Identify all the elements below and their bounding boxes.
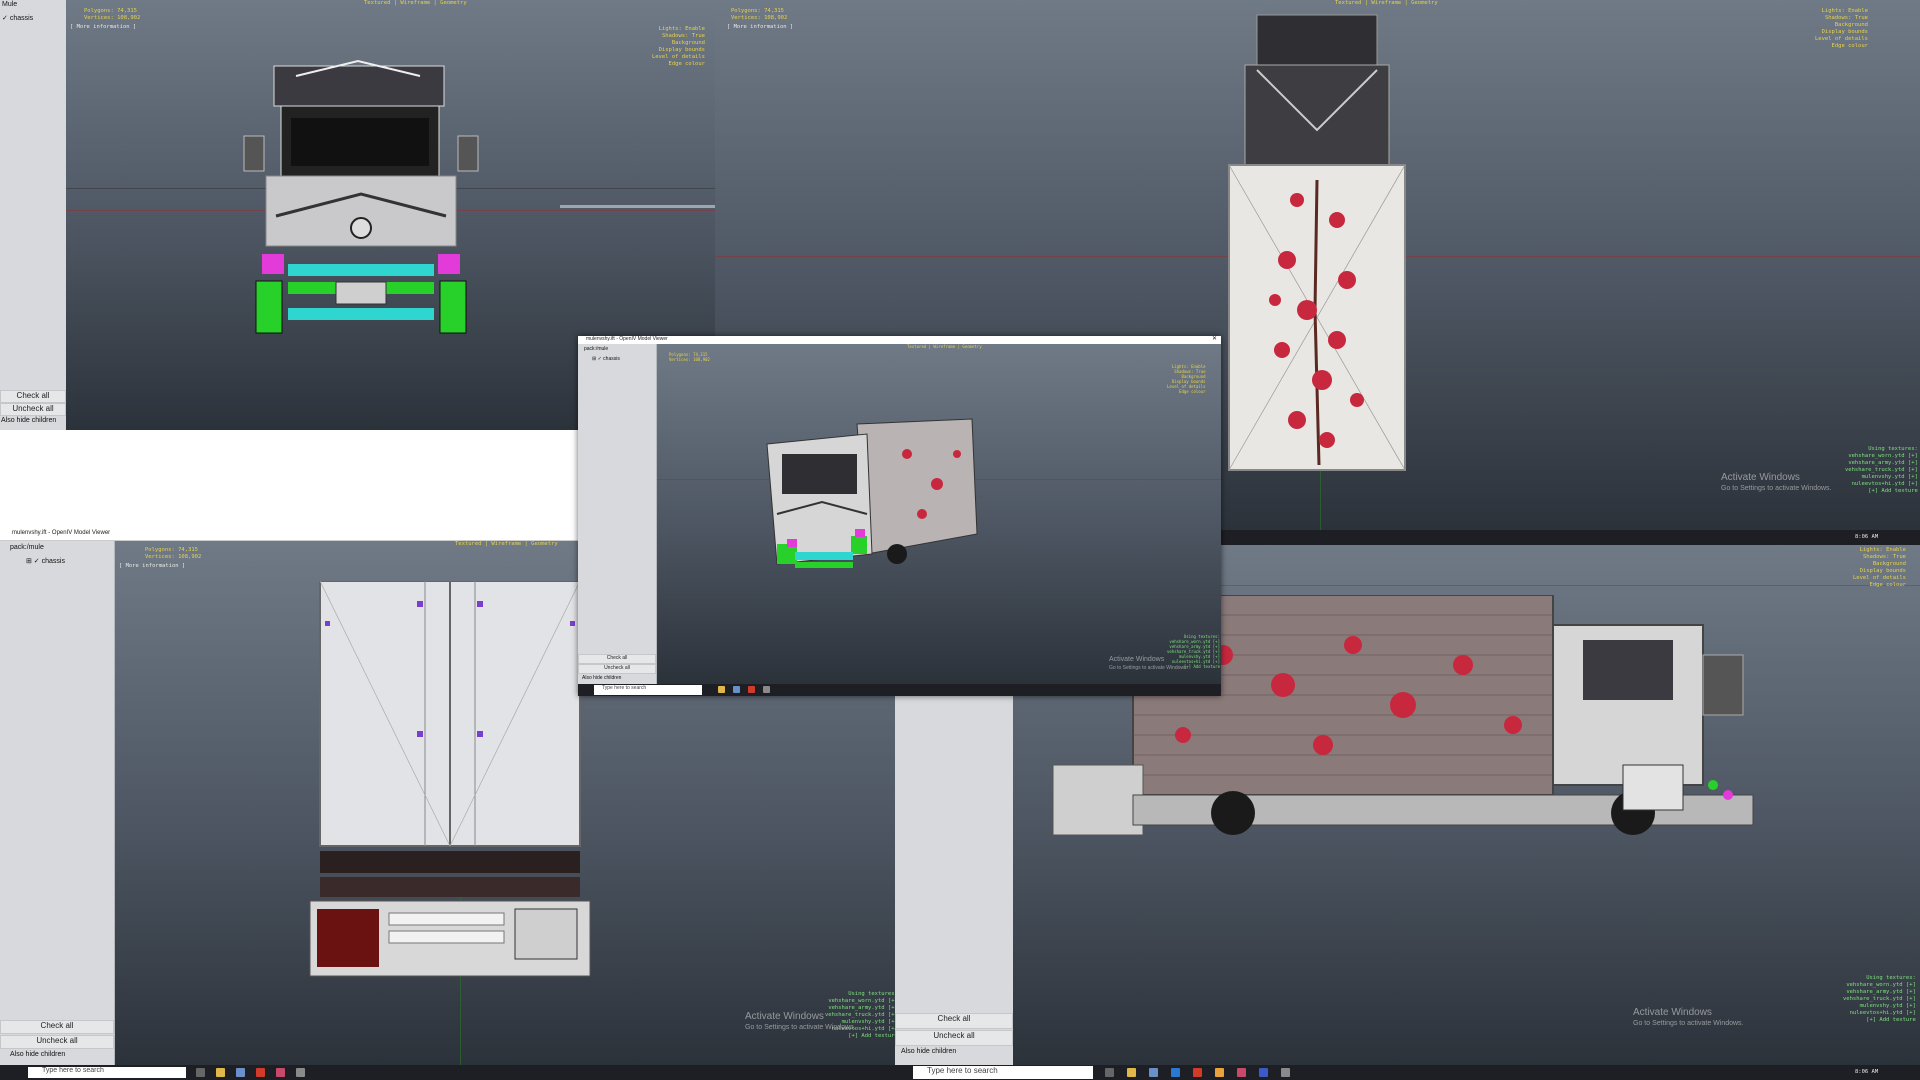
window-title: mulenvshy.ift - OpenIV Model Viewer xyxy=(586,336,668,342)
view-slider[interactable] xyxy=(560,205,715,208)
hud-toggles[interactable]: Lights: Enable Shadows: True Background … xyxy=(652,26,705,68)
hud-stats: Polygons: 74,315 Vertices: 108,902 xyxy=(731,8,788,21)
3d-viewport[interactable]: Polygons: 74,315 Vertices: 108,902 Textu… xyxy=(657,344,1221,684)
tree-child-chassis[interactable]: ⊞ ✓ chassis xyxy=(592,356,620,362)
watermark-subtitle: Go to Settings to activate Windows. xyxy=(1721,485,1832,492)
hud-toggles[interactable]: Lights: Enable Shadows: True Background … xyxy=(1815,8,1868,50)
tree-child-label: chassis xyxy=(41,558,65,565)
uncheck-all-button[interactable]: Uncheck all xyxy=(578,664,656,674)
close-icon[interactable]: ✕ xyxy=(1212,336,1217,342)
tree-child-label: chassis xyxy=(603,356,620,362)
mesh-sidebar: pack:/mule ⊞ ✓ chassis Check all Uncheck… xyxy=(0,541,115,1065)
taskbar: Type here to search 8:06 AM xyxy=(895,1065,1920,1080)
hud-stats: Polygons: 74,315 Vertices: 108,902 xyxy=(669,352,710,362)
hud-more-info[interactable]: [ More information ] xyxy=(119,563,185,570)
file-explorer-icon[interactable] xyxy=(1127,1068,1136,1077)
window-title: mulenvshy.ift - OpenIV Model Viewer xyxy=(12,530,111,536)
openiv-icon[interactable] xyxy=(296,1068,305,1077)
check-all-button[interactable]: Check all xyxy=(0,1020,114,1034)
store-icon[interactable] xyxy=(733,686,740,693)
viewer-window-perspective: mulenvshy.ift - OpenIV Model Viewer ✕ pa… xyxy=(578,336,1221,696)
activate-windows-watermark: Activate Windows Go to Settings to activ… xyxy=(745,1011,856,1033)
uncheck-all-button[interactable]: Uncheck all xyxy=(895,1030,1013,1046)
hud-textures[interactable]: Using textures: vehshare_worn.ytd [+] ve… xyxy=(1843,975,1916,1024)
hud-toggles[interactable]: Lights: Enable Shadows: True Background … xyxy=(1167,364,1206,394)
taskbar: Type here to search xyxy=(578,684,1221,696)
office-icon[interactable] xyxy=(1193,1068,1202,1077)
check-all-button[interactable]: Check all xyxy=(578,654,656,664)
edge-icon[interactable] xyxy=(1171,1068,1180,1077)
task-view-icon[interactable] xyxy=(1105,1068,1114,1077)
hud-view-tabs[interactable]: Textured | Wireframe | Geometry xyxy=(1335,0,1438,7)
also-hide-children-checkbox[interactable]: Also hide children xyxy=(582,675,621,681)
app-icon[interactable] xyxy=(1237,1068,1246,1077)
uncheck-all-button[interactable]: Uncheck all xyxy=(0,403,66,416)
word-icon[interactable] xyxy=(1259,1068,1268,1077)
app-icon[interactable] xyxy=(276,1068,285,1077)
hud-view-tabs[interactable]: Textured | Wireframe | Geometry xyxy=(364,0,467,7)
file-explorer-icon[interactable] xyxy=(718,686,725,693)
watermark-subtitle: Go to Settings to activate Windows. xyxy=(1633,1020,1744,1027)
truck-top-view xyxy=(1228,14,1406,471)
activate-windows-watermark: Activate Windows Go to Settings to activ… xyxy=(1109,656,1188,672)
watermark-subtitle: Go to Settings to activate Windows. xyxy=(1109,665,1188,671)
tree-child-chassis[interactable]: ⊞ ✓ chassis xyxy=(26,557,65,565)
taskbar: Type here to search xyxy=(0,1065,895,1080)
hud-more-info[interactable]: [ More information ] xyxy=(727,24,793,31)
hud-textures[interactable]: Using textures: vehshare_worn.ytd [+] ve… xyxy=(1845,446,1918,495)
tree-child-chassis[interactable]: ✓ chassis xyxy=(2,14,33,22)
tree-root-item[interactable]: pack:/mule xyxy=(10,544,44,551)
search-input[interactable]: Type here to search xyxy=(594,685,702,695)
openiv-icon[interactable] xyxy=(1281,1068,1290,1077)
hud-stats: Polygons: 74,315 Vertices: 108,902 xyxy=(84,8,141,21)
hud-stats: Polygons: 74,315 Vertices: 108,902 xyxy=(145,547,202,560)
also-hide-children-checkbox[interactable]: Also hide children xyxy=(901,1048,956,1055)
mesh-sidebar: Mule ✓ chassis Check all Uncheck all Als… xyxy=(0,0,67,430)
store-icon[interactable] xyxy=(1149,1068,1158,1077)
watermark-title: Activate Windows xyxy=(745,1011,824,1022)
watermark-title: Activate Windows xyxy=(1721,472,1800,483)
tree-root-item[interactable]: pack:/mule xyxy=(584,346,608,352)
activate-windows-watermark: Activate Windows Go to Settings to activ… xyxy=(1721,472,1832,494)
watermark-title: Activate Windows xyxy=(1633,1007,1712,1018)
truck-rear-view xyxy=(309,581,591,977)
hud-view-tabs[interactable]: Textured | Wireframe | Geometry xyxy=(455,541,558,548)
check-all-button[interactable]: Check all xyxy=(0,390,66,403)
store-icon[interactable] xyxy=(236,1068,245,1077)
also-hide-children-checkbox[interactable]: Also hide children xyxy=(1,417,56,424)
mesh-sidebar: pack:/mule ⊞ ✓ chassis Check all Uncheck… xyxy=(578,344,657,684)
chrome-icon[interactable] xyxy=(1215,1068,1224,1077)
watermark-subtitle: Go to Settings to activate Windows. xyxy=(745,1024,856,1031)
tree-root-item[interactable]: Mule xyxy=(2,1,17,8)
activate-windows-watermark: Activate Windows Go to Settings to activ… xyxy=(1633,1007,1744,1029)
hud-view-tabs[interactable]: Textured | Wireframe | Geometry xyxy=(907,344,982,349)
check-all-button[interactable]: Check all xyxy=(895,1013,1013,1029)
also-hide-children-checkbox[interactable]: Also hide children xyxy=(10,1051,65,1058)
office-icon[interactable] xyxy=(748,686,755,693)
window-titlebar: mulenvshy.ift - OpenIV Model Viewer xyxy=(0,528,580,541)
office-icon[interactable] xyxy=(256,1068,265,1077)
file-explorer-icon[interactable] xyxy=(216,1068,225,1077)
uncheck-all-button[interactable]: Uncheck all xyxy=(0,1035,114,1049)
watermark-title: Activate Windows xyxy=(1109,656,1165,663)
taskbar-clock[interactable]: 8:06 AM xyxy=(1855,534,1878,541)
search-input[interactable]: Type here to search xyxy=(28,1067,186,1078)
taskbar-clock[interactable]: 8:06 AM xyxy=(1855,1069,1878,1076)
openiv-icon[interactable] xyxy=(763,686,770,693)
hud-toggles[interactable]: Lights: Enable Shadows: True Background … xyxy=(1853,547,1906,589)
task-view-icon[interactable] xyxy=(196,1068,205,1077)
tree-child-label: chassis xyxy=(9,15,34,22)
hud-more-info[interactable]: [ More information ] xyxy=(70,24,136,31)
truck-front-view xyxy=(243,59,479,334)
search-input[interactable]: Type here to search xyxy=(913,1066,1093,1079)
truck-perspective-view xyxy=(766,418,978,568)
